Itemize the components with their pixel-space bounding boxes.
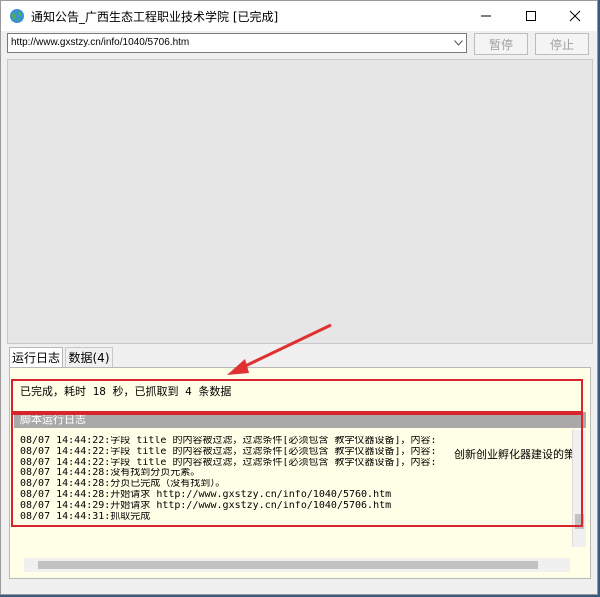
annotation-arrow bbox=[227, 323, 332, 375]
app-window: 通知公告_广西生态工程职业技术学院 [已完成] http://www.gxstz… bbox=[0, 0, 598, 595]
